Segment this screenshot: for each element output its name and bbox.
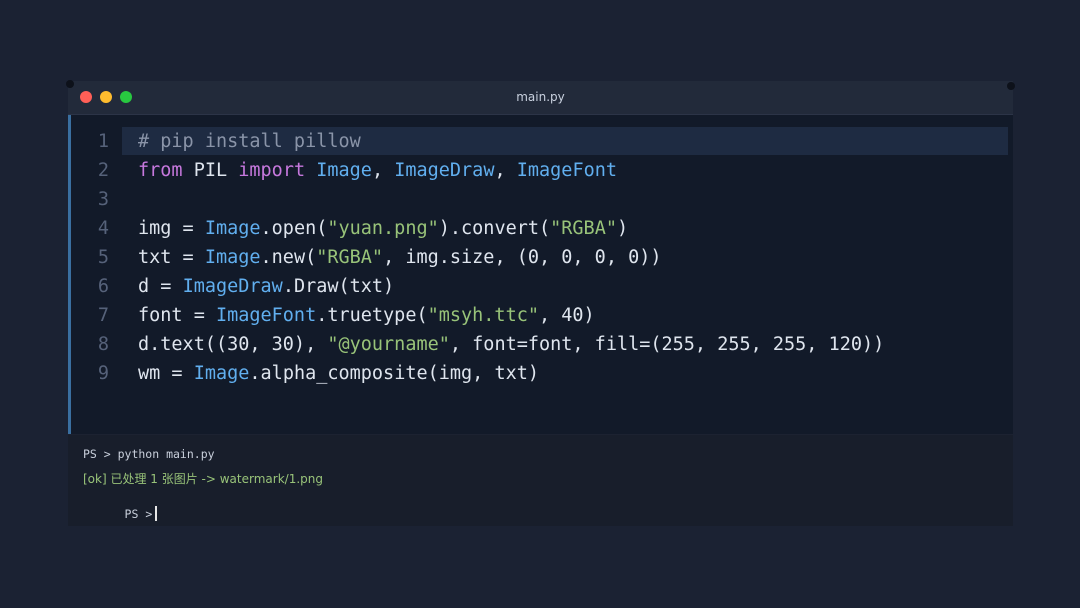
code-text: from PIL import Image, ImageDraw, ImageF… xyxy=(138,156,617,185)
line-number: 7 xyxy=(97,305,109,326)
code-token: ImageDraw xyxy=(182,276,283,297)
code-token: from xyxy=(138,160,183,181)
code-token: d.text((30, 30), xyxy=(138,334,328,355)
editor-window: main.py 1 # pip install pillow 2 from PIL i… xyxy=(66,80,1015,526)
code-token: , font=font, fill=(255, 255, 255, 120)) xyxy=(449,334,885,355)
code-token: # pip install pillow xyxy=(138,131,361,152)
code-token: , xyxy=(371,160,395,181)
code-token: "RGBA" xyxy=(316,247,384,268)
code-token: PIL xyxy=(182,160,239,181)
code-token: "RGBA" xyxy=(550,218,617,239)
line-number: 6 xyxy=(97,276,109,297)
window-corner xyxy=(1007,82,1015,90)
code-token: , 40) xyxy=(539,305,595,326)
line-number: 3 xyxy=(97,189,109,210)
code-line[interactable]: 4 img = Image.open("yuan.png").convert("R… xyxy=(71,214,1011,243)
code-token: Image xyxy=(316,160,372,181)
terminal-prompt-line[interactable]: PS > xyxy=(83,492,158,535)
code-token: .Draw(txt) xyxy=(282,276,395,297)
code-line[interactable]: 2 from PIL import Image, ImageDraw, Image… xyxy=(71,156,1011,185)
terminal-command-line: PS > python main.py xyxy=(83,447,215,461)
code-token: , xyxy=(494,160,517,181)
line-number: 9 xyxy=(97,363,109,384)
title-bar: main.py xyxy=(66,80,1015,115)
code-token: Image xyxy=(193,363,250,384)
code-token: "msyh.ttc" xyxy=(427,305,539,326)
window-corner xyxy=(66,80,74,88)
code-token: import xyxy=(238,160,306,181)
code-token: txt = xyxy=(138,247,205,268)
code-token: .new( xyxy=(260,247,317,268)
code-text: wm = Image.alpha_composite(img, txt) xyxy=(138,359,539,388)
code-token: Image xyxy=(204,218,261,239)
code-text: # pip install pillow xyxy=(138,127,361,156)
code-token: ).convert( xyxy=(438,218,551,239)
code-line[interactable]: 1 # pip install pillow xyxy=(71,127,1011,156)
code-text: font = ImageFont.truetype("msyh.ttc", 40… xyxy=(138,301,595,330)
code-line[interactable]: 7 font = ImageFont.truetype("msyh.ttc", 4… xyxy=(71,301,1011,330)
line-number: 1 xyxy=(97,131,109,152)
code-token: Image xyxy=(204,247,261,268)
code-token: img = xyxy=(138,218,205,239)
code-line[interactable]: 6 d = ImageDraw.Draw(txt) xyxy=(71,272,1011,301)
code-editor[interactable]: 1 # pip install pillow 2 from PIL import Im… xyxy=(68,115,1013,434)
terminal-prompt: PS > xyxy=(124,507,153,521)
code-token: ) xyxy=(616,218,629,239)
code-token: .alpha_composite(img, txt) xyxy=(249,363,539,384)
code-line[interactable]: 3 xyxy=(71,185,1011,214)
code-token: "yuan.png" xyxy=(327,218,439,239)
code-token: ImageDraw xyxy=(394,160,495,181)
code-token: d = xyxy=(138,276,183,297)
code-token: .open( xyxy=(260,218,328,239)
code-token: wm = xyxy=(138,363,194,384)
code-token: ImageFont xyxy=(516,160,617,181)
code-token: , img.size, (0, 0, 0, 0)) xyxy=(383,247,662,268)
window-title: main.py xyxy=(516,90,565,104)
terminal-output-line: [ok] 已处理 1 张图片 -> watermark/1.png xyxy=(83,472,323,486)
terminal-panel[interactable]: PS > python main.py [ok] 已处理 1 张图片 -> wa… xyxy=(68,435,1013,526)
text-cursor xyxy=(155,506,158,521)
code-token: font = xyxy=(138,305,216,326)
code-text: d.text((30, 30), "@yourname", font=font,… xyxy=(138,330,884,359)
code-line[interactable]: 8 d.text((30, 30), "@yourname", font=font… xyxy=(71,330,1011,359)
line-number: 5 xyxy=(97,247,109,268)
code-text: d = ImageDraw.Draw(txt) xyxy=(138,272,394,301)
code-text: img = Image.open("yuan.png").convert("RG… xyxy=(138,214,628,243)
code-token: .truetype( xyxy=(316,305,428,326)
code-text: txt = Image.new("RGBA", img.size, (0, 0,… xyxy=(138,243,662,272)
line-number: 8 xyxy=(97,334,109,355)
code-token: "@yourname" xyxy=(327,334,450,355)
code-token: ImageFont xyxy=(215,305,317,326)
line-number: 2 xyxy=(97,160,109,181)
line-number: 4 xyxy=(97,218,109,239)
code-line[interactable]: 5 txt = Image.new("RGBA", img.size, (0, 0… xyxy=(71,243,1011,272)
code-line[interactable]: 9 wm = Image.alpha_composite(img, txt) xyxy=(71,359,1011,388)
